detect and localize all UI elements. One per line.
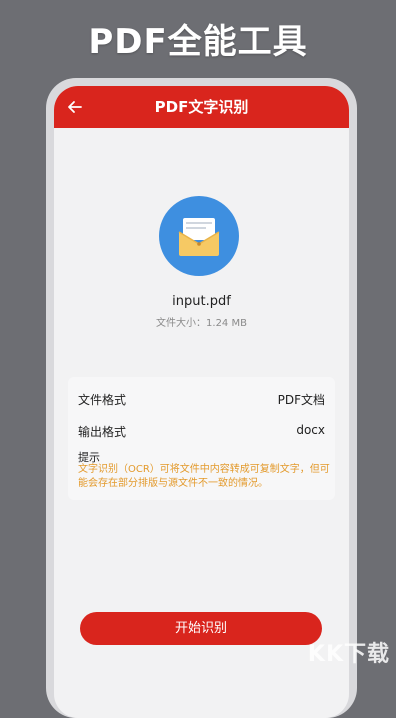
page-title: PDF文字识别: [154, 98, 249, 116]
output-format-value[interactable]: docx: [296, 423, 325, 437]
output-format-row[interactable]: 输出格式 docx: [68, 423, 335, 443]
file-name: input.pdf: [172, 294, 231, 309]
format-label: 文件格式: [78, 393, 127, 407]
tip-text: 文字识别（OCR）可将文件中内容转成可复制文字，但可能会存在部分排版与源文件不一…: [78, 464, 330, 489]
phone-frame: PDF文字识别 input.pdf 文件大小：1.24 MB 文件格式 PDF文…: [46, 78, 357, 718]
file-icon: [159, 196, 239, 276]
watermark: KK下载: [307, 642, 390, 667]
format-row: 文件格式 PDF文档: [68, 391, 335, 411]
info-card: 文件格式 PDF文档 输出格式 docx 提示 文字识别（OCR）可将文件中内容…: [68, 377, 335, 500]
app-header: PDF文字识别: [54, 86, 349, 128]
file-size: 文件大小：1.24 MB: [156, 318, 247, 329]
app-screen: PDF文字识别 input.pdf 文件大小：1.24 MB 文件格式 PDF文…: [54, 86, 349, 718]
folder-document-icon: [178, 218, 220, 256]
output-format-label: 输出格式: [78, 425, 127, 439]
promo-title: PDF全能工具: [88, 22, 308, 62]
format-value: PDF文档: [277, 393, 325, 407]
start-recognition-button[interactable]: 开始识别: [80, 612, 322, 645]
